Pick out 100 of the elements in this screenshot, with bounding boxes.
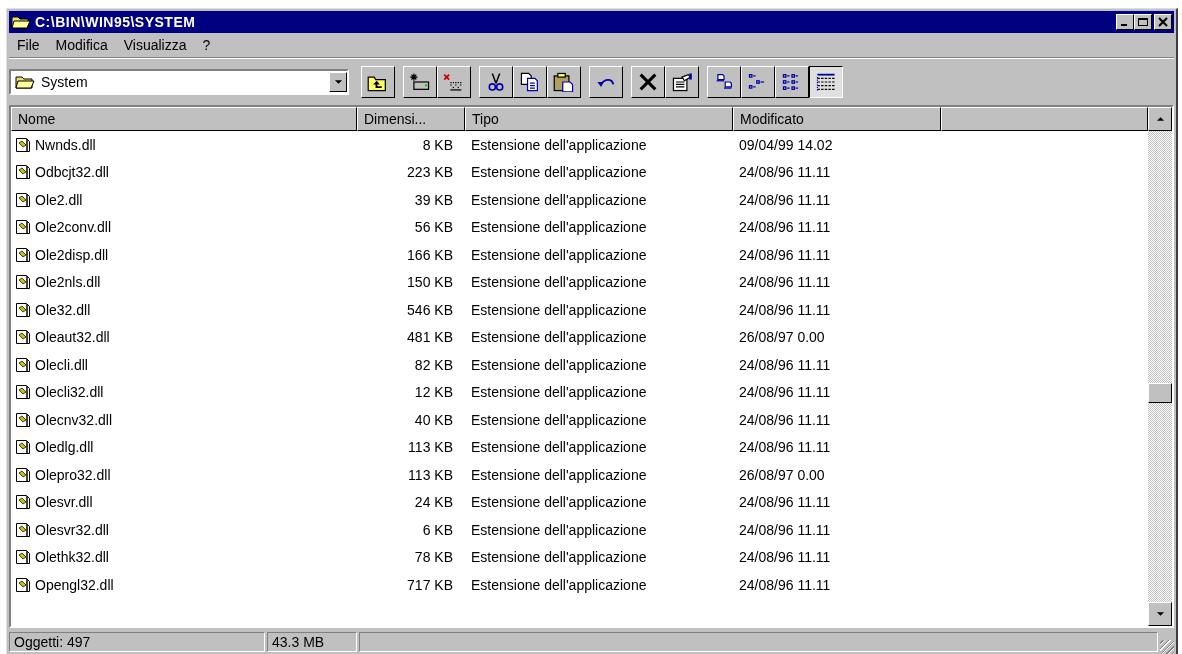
- menu-item[interactable]: Visualizza: [117, 36, 193, 54]
- up-arrow-icon: [1155, 116, 1165, 122]
- file-name[interactable]: Nwnds.dll: [35, 136, 96, 153]
- column-header[interactable]: [941, 107, 1148, 131]
- dll-file-icon: [15, 191, 31, 208]
- table-cell-text: 82 KB: [413, 356, 454, 373]
- file-name[interactable]: Olepro32.dll: [35, 466, 111, 483]
- network-drive-icon[interactable]: [403, 66, 437, 98]
- drive-remove-icon[interactable]: [437, 66, 471, 98]
- table-cell-text: Estensione dell'applicazione: [470, 494, 648, 511]
- file-name[interactable]: Oleaut32.dll: [35, 329, 110, 346]
- menu-item[interactable]: File: [11, 36, 46, 54]
- menu-item[interactable]: ?: [196, 36, 217, 54]
- table-cell-text: 26/08/97 0.00: [738, 466, 826, 483]
- status-text: Oggetti: 497: [9, 632, 265, 652]
- column-header[interactable]: Tipo: [465, 107, 733, 131]
- dll-file-icon: [15, 521, 31, 538]
- file-name[interactable]: Olecnv32.dll: [35, 411, 113, 428]
- maximize-icon: [1137, 17, 1149, 27]
- column-header[interactable]: Modificato: [733, 107, 941, 131]
- dll-file-icon: [15, 549, 31, 566]
- table-cell-text: 24/08/96 11.11: [738, 191, 832, 208]
- maximize-button[interactable]: [1134, 14, 1152, 30]
- file-name[interactable]: Ole2nls.dll: [35, 274, 101, 291]
- close-button[interactable]: [1154, 14, 1172, 30]
- table-cell-text: 24/08/96 11.11: [738, 164, 832, 181]
- table-cell-text: 78 KB: [413, 549, 454, 566]
- file-name[interactable]: Oledlg.dll: [35, 439, 94, 456]
- file-name[interactable]: Ole2conv.dll: [35, 219, 111, 236]
- file-name[interactable]: Ole2.dll: [35, 191, 83, 208]
- address-dropdown[interactable]: System: [9, 69, 349, 95]
- folder-up-icon[interactable]: [361, 66, 395, 98]
- table-cell-text: 8 KB: [421, 136, 454, 153]
- scroll-thumb[interactable]: [1148, 383, 1172, 403]
- table-cell-text: 09/04/99 14.02: [738, 136, 834, 153]
- table-cell-text: Estensione dell'applicazione: [470, 411, 648, 428]
- scroll-up-button[interactable]: [1148, 107, 1172, 131]
- table-cell-text: Estensione dell'applicazione: [470, 301, 648, 318]
- file-name[interactable]: Opengl32.dll: [35, 576, 114, 593]
- address-value: System: [41, 74, 89, 90]
- table-cell-text: Estensione dell'applicazione: [470, 521, 648, 538]
- dll-file-icon: [15, 411, 31, 428]
- clipboard-icon[interactable]: [547, 66, 581, 98]
- resize-grip-icon[interactable]: [1160, 640, 1174, 654]
- file-name[interactable]: Olethk32.dll: [35, 549, 109, 566]
- down-arrow-icon: [1155, 611, 1165, 617]
- copy-icon[interactable]: [513, 66, 547, 98]
- menu-item[interactable]: Modifica: [49, 36, 114, 54]
- table-cell-text: 24 KB: [413, 494, 454, 511]
- vertical-scrollbar[interactable]: [1148, 107, 1172, 626]
- delete-icon[interactable]: [631, 66, 665, 98]
- column-header[interactable]: Nome: [11, 107, 357, 131]
- table-cell-text: 39 KB: [413, 191, 454, 208]
- file-name[interactable]: Olecli.dll: [35, 356, 88, 373]
- file-name[interactable]: Ole32.dll: [35, 301, 91, 318]
- dll-file-icon: [15, 164, 31, 181]
- table-cell-text: Estensione dell'applicazione: [470, 136, 648, 153]
- file-name[interactable]: Olesvr.dll: [35, 494, 93, 511]
- scroll-down-button[interactable]: [1148, 602, 1172, 626]
- table-cell-text: 166 KB: [406, 246, 454, 263]
- table-cell-text: Estensione dell'applicazione: [470, 191, 648, 208]
- dll-file-icon: [15, 136, 31, 153]
- properties-icon[interactable]: [665, 66, 699, 98]
- table-cell-text: 24/08/96 11.11: [738, 246, 832, 263]
- folder-icon: [11, 14, 31, 30]
- table-cell-text: 24/08/96 11.11: [738, 494, 832, 511]
- table-cell-text: Estensione dell'applicazione: [470, 384, 648, 401]
- column-header[interactable]: Dimensi...: [357, 107, 465, 131]
- close-icon: [1157, 17, 1169, 27]
- dll-file-icon: [15, 439, 31, 456]
- table-cell-text: 24/08/96 11.11: [738, 439, 832, 456]
- table-cell-text: Estensione dell'applicazione: [470, 164, 648, 181]
- table-cell-text: 24/08/96 11.11: [738, 384, 832, 401]
- list-view-icon[interactable]: [775, 66, 809, 98]
- small-icons-view-icon[interactable]: [741, 66, 775, 98]
- dll-file-icon: [15, 576, 31, 593]
- table-cell-text: 24/08/96 11.11: [738, 301, 832, 318]
- dll-file-icon: [15, 219, 31, 236]
- table-cell-text: Estensione dell'applicazione: [470, 576, 648, 593]
- file-name[interactable]: Ole2disp.dll: [35, 246, 109, 263]
- table-cell-text: Estensione dell'applicazione: [470, 329, 648, 346]
- details-view-icon[interactable]: [809, 66, 843, 98]
- table-cell-text: Estensione dell'applicazione: [470, 466, 648, 483]
- file-name[interactable]: Odbcjt32.dll: [35, 164, 109, 181]
- table-cell-text: 24/08/96 11.11: [738, 274, 832, 291]
- table-cell-text: 24/08/96 11.11: [738, 576, 832, 593]
- window-title: C:\BIN\WIN95\SYSTEM: [35, 14, 197, 30]
- table-cell-text: 56 KB: [413, 219, 454, 236]
- file-name[interactable]: Olesvr32.dll: [35, 521, 109, 538]
- dll-file-icon: [15, 246, 31, 263]
- table-cell-text: 717 KB: [406, 576, 454, 593]
- table-cell-text: 40 KB: [413, 411, 454, 428]
- table-cell-text: 12 KB: [413, 384, 454, 401]
- large-icons-view-icon[interactable]: [707, 66, 741, 98]
- scissors-icon[interactable]: [479, 66, 513, 98]
- table-cell-text: 6 KB: [421, 521, 454, 538]
- table-cell-text: 24/08/96 11.11: [738, 549, 832, 566]
- status-text: 43.3 MB: [267, 632, 357, 652]
- file-name[interactable]: Olecli32.dll: [35, 384, 104, 401]
- minimize-button[interactable]: [1116, 14, 1134, 30]
